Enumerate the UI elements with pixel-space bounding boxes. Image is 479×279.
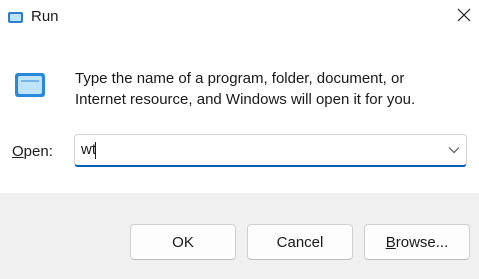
ok-button[interactable]: OK xyxy=(130,224,236,260)
run-app-icon xyxy=(7,9,24,26)
cancel-button[interactable]: Cancel xyxy=(247,224,353,260)
open-combobox[interactable] xyxy=(74,134,467,167)
text-cursor xyxy=(95,142,96,159)
browse-button[interactable]: Browse... xyxy=(364,224,470,260)
open-dropdown-button[interactable] xyxy=(446,142,462,158)
instruction-text: Type the name of a program, folder, docu… xyxy=(75,70,416,108)
browse-button-accelerator: B xyxy=(385,233,396,251)
open-label-accelerator: O xyxy=(12,143,24,160)
close-button[interactable] xyxy=(450,4,478,30)
run-dialog-icon xyxy=(12,67,50,105)
window-title: Run xyxy=(31,8,59,25)
open-input[interactable] xyxy=(81,141,431,159)
open-label: Open: xyxy=(12,143,53,161)
run-dialog: Run Type the name of a program, folder, … xyxy=(0,0,479,279)
title-bar: Run xyxy=(0,0,479,36)
dialog-content: Run Type the name of a program, folder, … xyxy=(0,0,479,193)
browse-button-label: rowse... xyxy=(395,233,449,251)
open-label-text: pen: xyxy=(23,143,53,160)
close-icon xyxy=(457,8,471,27)
chevron-down-icon xyxy=(448,141,460,159)
